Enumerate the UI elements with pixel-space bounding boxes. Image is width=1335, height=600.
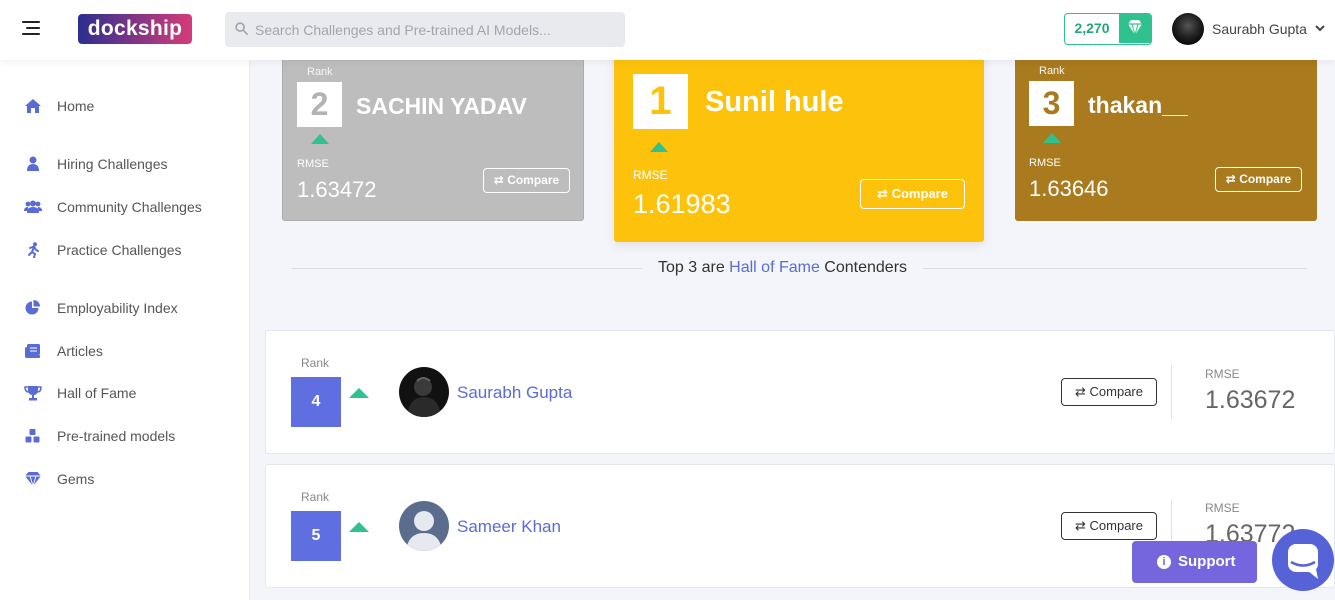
rank-up-arrow-icon (349, 522, 369, 532)
avatar (399, 367, 449, 417)
hamburger-menu-icon[interactable] (22, 21, 40, 37)
sidebar-item-practice-challenges[interactable]: Practice Challenges (0, 233, 250, 267)
metric-label: RMSE (1205, 501, 1240, 515)
gems-badge[interactable]: 2,270 (1064, 13, 1152, 45)
podium-card-rank-1: Rank 1 Sunil hule RMSE 1.61983 ⇄ Compare (614, 60, 984, 242)
caption-suffix: Contenders (819, 259, 908, 276)
sidebar-item-home[interactable]: Home (0, 89, 250, 123)
score-value: 1.61983 (633, 189, 731, 219)
sidebar-item-community-challenges[interactable]: Community Challenges (0, 190, 250, 224)
search-bar[interactable] (225, 12, 625, 47)
sidebar-item-label: Articles (57, 343, 103, 359)
score-value: 1.63472 (297, 177, 377, 202)
gem-icon (1128, 20, 1142, 37)
sidebar-item-label: Community Challenges (57, 199, 202, 215)
rank-caption: Rank (301, 490, 330, 504)
rank-number: 1 (633, 74, 688, 129)
articles-icon (25, 344, 40, 358)
gem-icon (25, 472, 41, 487)
compare-label: Compare (1089, 384, 1143, 399)
home-icon (25, 99, 41, 113)
user-icon (27, 156, 39, 171)
participant-name[interactable]: thakan__ (1088, 92, 1188, 119)
rank-number: 2 (297, 82, 342, 127)
chat-icon (1288, 544, 1318, 579)
sidebar-item-label: Gems (57, 471, 95, 487)
participant-name[interactable]: SACHIN YADAV (356, 93, 527, 120)
sidebar: Home Hiring Challenges Community Challen… (0, 60, 250, 600)
compare-label: Compare (1089, 518, 1143, 533)
rank-number: 5 (291, 511, 341, 561)
avatar (1172, 13, 1204, 45)
metric-label: RMSE (1029, 157, 1061, 169)
trophy-icon (24, 386, 42, 401)
compare-button[interactable]: ⇄ Compare (860, 179, 965, 209)
column-divider (1171, 365, 1172, 419)
rank-up-arrow-icon (650, 142, 668, 152)
sidebar-item-employability-index[interactable]: Employability Index (0, 291, 250, 325)
rank-number: 4 (291, 377, 341, 427)
user-name: Saurabh Gupta (1212, 21, 1307, 37)
podium-card-rank-3: Rank 3 thakan__ RMSE 1.63646 ⇄ Compare (1015, 60, 1317, 221)
rank-caption: Rank (307, 66, 333, 78)
compare-label: Compare (1239, 172, 1292, 186)
caption-prefix: Top 3 are (658, 259, 730, 276)
sidebar-item-hiring-challenges[interactable]: Hiring Challenges (0, 147, 250, 181)
compare-label: Compare (891, 186, 948, 201)
cubes-icon (25, 429, 40, 443)
compare-label: Compare (507, 173, 560, 187)
rank-up-arrow-icon (349, 388, 369, 398)
support-button[interactable]: i Support (1132, 541, 1257, 583)
gems-count: 2,270 (1074, 20, 1110, 36)
score-value: 1.63672 (1205, 386, 1296, 414)
rank-caption: Rank (301, 356, 330, 370)
compare-button[interactable]: ⇄ Compare (483, 168, 570, 193)
score-value: 1.63646 (1029, 176, 1109, 201)
sidebar-item-label: Hiring Challenges (57, 156, 168, 172)
running-icon (28, 242, 39, 258)
main-content: Rank 2 SACHIN YADAV RMSE 1.63472 ⇄ Compa… (250, 60, 1335, 600)
hall-of-fame-link[interactable]: Hall of Fame (729, 259, 820, 276)
sidebar-item-label: Employability Index (57, 300, 178, 316)
sidebar-item-label: Practice Challenges (57, 242, 182, 258)
compare-button[interactable]: ⇄ Compare (1061, 378, 1157, 406)
pie-chart-icon (25, 300, 40, 315)
leaderboard-row: Rank 4 Saurabh Gupta ⇄ Compare RMSE 1.63… (265, 330, 1335, 454)
compare-button[interactable]: ⇄ Compare (1061, 512, 1157, 540)
rank-up-arrow-icon (311, 134, 329, 144)
sidebar-item-label: Pre-trained models (57, 428, 176, 444)
rank-number: 3 (1029, 81, 1074, 126)
sidebar-item-gems[interactable]: Gems (0, 462, 250, 496)
search-input[interactable] (255, 12, 615, 47)
search-icon (235, 22, 248, 35)
chat-button[interactable] (1272, 529, 1334, 591)
metric-label: RMSE (297, 158, 329, 170)
rank-up-arrow-icon (1043, 133, 1061, 143)
avatar (399, 501, 449, 551)
hall-of-fame-caption: Top 3 are Hall of Fame Contenders (642, 259, 924, 277)
sidebar-item-label: Hall of Fame (57, 385, 137, 401)
metric-label: RMSE (1205, 367, 1240, 381)
sidebar-item-articles[interactable]: Articles (0, 334, 250, 368)
participant-name[interactable]: Sunil hule (705, 86, 844, 119)
participant-name[interactable]: Sameer Khan (457, 517, 561, 537)
podium-card-rank-2: Rank 2 SACHIN YADAV RMSE 1.63472 ⇄ Compa… (282, 60, 584, 221)
dockship-logo[interactable]: dockship (78, 14, 192, 44)
info-icon: i (1157, 555, 1171, 569)
top-bar: dockship 2,270 Saurabh Gupta (0, 0, 1335, 60)
compare-button[interactable]: ⇄ Compare (1215, 167, 1302, 192)
sidebar-item-pre-trained-models[interactable]: Pre-trained models (0, 419, 250, 453)
rank-caption: Rank (1039, 65, 1065, 77)
participant-name[interactable]: Saurabh Gupta (457, 383, 572, 403)
chevron-down-icon (1315, 25, 1325, 32)
users-icon (24, 200, 42, 213)
sidebar-item-label: Home (57, 98, 95, 114)
metric-label: RMSE (633, 168, 668, 182)
support-label: Support (1178, 553, 1236, 570)
sidebar-item-hall-of-fame[interactable]: Hall of Fame (0, 376, 250, 410)
